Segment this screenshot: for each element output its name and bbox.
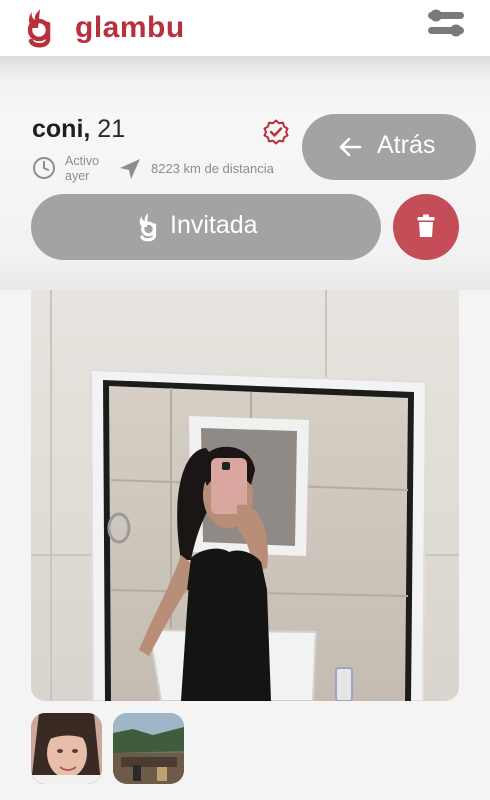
delete-button[interactable]	[393, 194, 459, 260]
activity-status-line1: Activo	[65, 154, 100, 168]
glambu-g-icon	[139, 213, 157, 242]
profile-name-text: coni,	[32, 115, 91, 143]
logo-text: glambu	[75, 11, 185, 44]
distance-text: 8223 km de distancia	[151, 161, 274, 176]
mirror-selfie-image	[31, 290, 459, 701]
profile-name: coni, 21	[32, 115, 125, 144]
filter-menu-icon[interactable]	[424, 6, 468, 42]
top-bar: glambu	[0, 0, 490, 56]
invited-button-label: Invitada	[170, 211, 258, 239]
invited-button[interactable]: Invitada	[31, 194, 381, 260]
activity-status: Activo ayer	[65, 154, 99, 184]
clock-icon	[33, 157, 55, 179]
location-arrow-icon	[120, 159, 140, 179]
back-button-label: Atrás	[377, 131, 436, 159]
outdoor-thumbnail-image	[113, 713, 184, 784]
photo-thumbnail-1[interactable]	[31, 713, 102, 784]
arrow-left-icon	[339, 137, 362, 157]
app-logo[interactable]: glambu	[28, 6, 184, 48]
photo-thumbnail-2[interactable]	[113, 713, 184, 784]
portrait-thumbnail-image	[31, 713, 102, 784]
profile-age: 21	[97, 115, 126, 143]
main-photo[interactable]	[31, 290, 459, 701]
trash-icon	[417, 214, 435, 237]
back-button[interactable]: Atrás	[302, 114, 476, 180]
activity-status-line2: ayer	[65, 169, 90, 183]
verified-badge-icon	[263, 119, 289, 145]
flame-g-icon	[28, 9, 51, 48]
